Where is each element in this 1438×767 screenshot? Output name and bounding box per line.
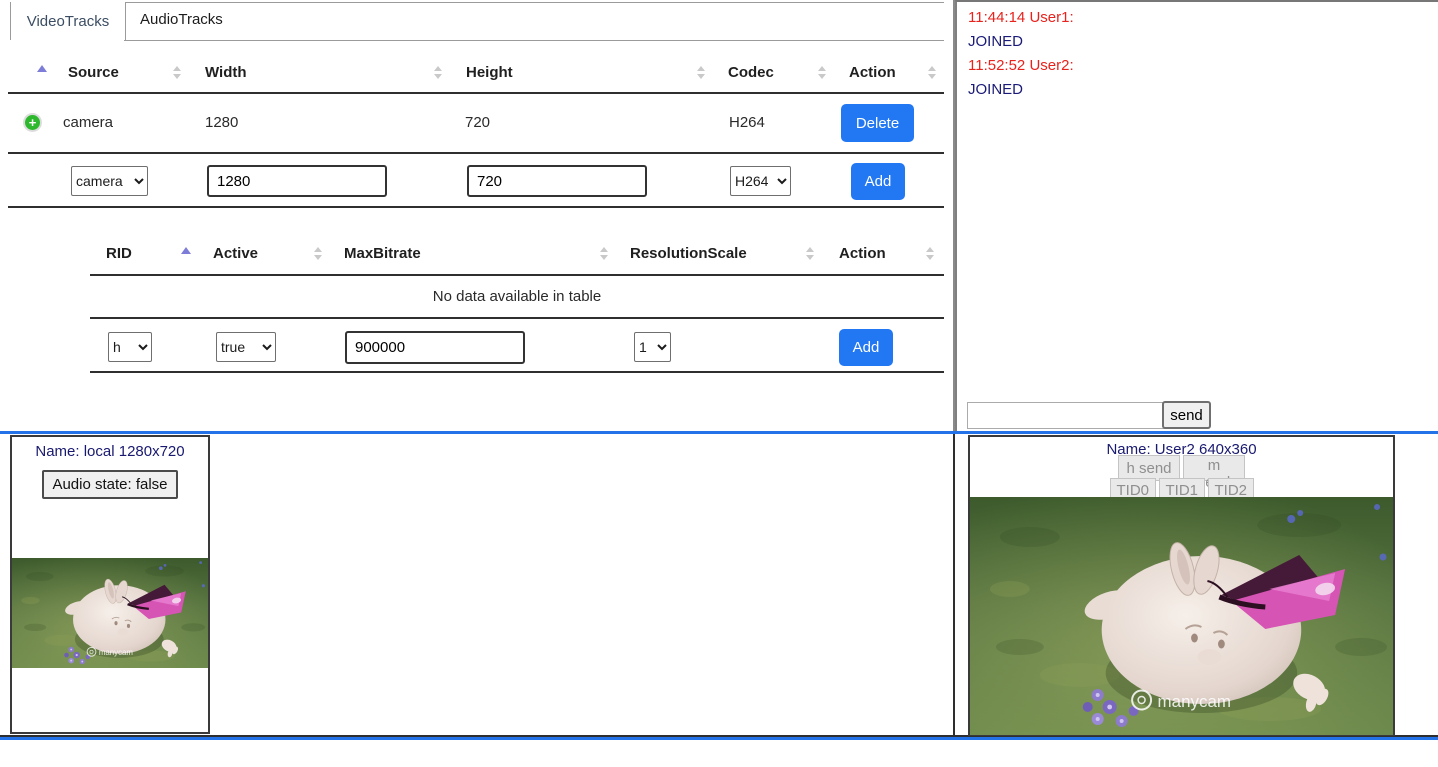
remote-video-frame xyxy=(970,497,1393,735)
cell-height: 720 xyxy=(465,114,490,131)
sort-icons[interactable] xyxy=(818,66,826,79)
add-layer-button[interactable]: Add xyxy=(839,329,893,366)
col-header-rid[interactable]: RID xyxy=(106,245,132,262)
col-header-action2[interactable]: Action xyxy=(839,245,886,262)
scale-select[interactable]: 1 xyxy=(634,332,671,362)
chat-message: 11:52:52 User2: JOINED xyxy=(968,54,1074,102)
col-header-action[interactable]: Action xyxy=(849,64,896,81)
rid-select[interactable]: h xyxy=(108,332,152,362)
send-button[interactable]: send xyxy=(1162,401,1211,429)
codec-select[interactable]: H264 xyxy=(730,166,791,196)
sort-icons[interactable] xyxy=(314,247,322,260)
tab-bar-border xyxy=(124,40,944,41)
col-header-maxbitrate[interactable]: MaxBitrate xyxy=(344,245,421,262)
tab-videotracks[interactable]: VideoTracks xyxy=(10,2,126,40)
message-body: JOINED xyxy=(968,30,1074,54)
active-select[interactable]: true xyxy=(216,332,276,362)
sort-icons[interactable] xyxy=(600,247,608,260)
table-divider xyxy=(90,371,944,373)
sorted-ascending-icon[interactable] xyxy=(37,65,47,72)
cell-codec: H264 xyxy=(729,114,765,131)
table-divider xyxy=(90,274,944,276)
width-input[interactable] xyxy=(207,165,387,197)
tracks-panel: VideoTracks AudioTracks Source Width Hei… xyxy=(0,0,955,431)
tab-audiotracks[interactable]: AudioTracks xyxy=(140,11,223,28)
local-video-name: Name: local 1280x720 xyxy=(12,443,208,460)
sort-icons[interactable] xyxy=(926,247,934,260)
cell-width: 1280 xyxy=(205,114,238,131)
chat-message-input[interactable] xyxy=(967,402,1167,429)
sort-icons[interactable] xyxy=(928,66,936,79)
col-header-codec[interactable]: Codec xyxy=(728,64,774,81)
col-header-resolutionscale[interactable]: ResolutionScale xyxy=(630,245,747,262)
sort-icons[interactable] xyxy=(806,247,814,260)
sort-icons[interactable] xyxy=(434,66,442,79)
video-section-divider xyxy=(953,434,955,735)
height-input[interactable] xyxy=(467,165,647,197)
chat-panel: 11:44:14 User1: JOINED 11:52:52 User2: J… xyxy=(955,0,1438,431)
table-divider xyxy=(8,152,944,154)
local-video-frame xyxy=(12,558,208,668)
delete-track-button[interactable]: Delete xyxy=(841,104,914,142)
col-header-width[interactable]: Width xyxy=(205,64,247,81)
sort-icons[interactable] xyxy=(173,66,181,79)
message-body: JOINED xyxy=(968,78,1074,102)
remote-video-card: Name: User2 640x360 h send m send TID0 T… xyxy=(968,435,1395,736)
tab-top-border xyxy=(10,2,944,3)
maxbitrate-input[interactable] xyxy=(345,331,525,364)
chat-message-list: 11:44:14 User1: JOINED 11:52:52 User2: J… xyxy=(968,6,1074,102)
app-window: VideoTracks AudioTracks Source Width Hei… xyxy=(0,0,1438,767)
col-header-source[interactable]: Source xyxy=(68,64,119,81)
expand-row-icon[interactable] xyxy=(25,115,40,130)
add-track-button[interactable]: Add xyxy=(851,163,905,200)
empty-table-message: No data available in table xyxy=(90,288,944,305)
local-video-card: Name: local 1280x720 Audio state: false xyxy=(10,435,210,734)
chat-message: 11:44:14 User1: JOINED xyxy=(968,6,1074,54)
table-divider xyxy=(8,206,944,208)
source-select[interactable]: camera xyxy=(71,166,148,196)
table-divider xyxy=(90,317,944,319)
sorted-ascending-icon[interactable] xyxy=(181,247,191,254)
message-time-user: 11:44:14 User1: xyxy=(968,6,1074,30)
col-header-active[interactable]: Active xyxy=(213,245,258,262)
message-time-user: 11:52:52 User2: xyxy=(968,54,1074,78)
audio-state-button[interactable]: Audio state: false xyxy=(42,470,178,499)
video-strip: Name: local 1280x720 Audio state: false … xyxy=(0,431,1438,740)
col-header-height[interactable]: Height xyxy=(466,64,513,81)
table-divider xyxy=(8,92,944,94)
cell-source: camera xyxy=(63,114,113,131)
sort-icons[interactable] xyxy=(697,66,705,79)
